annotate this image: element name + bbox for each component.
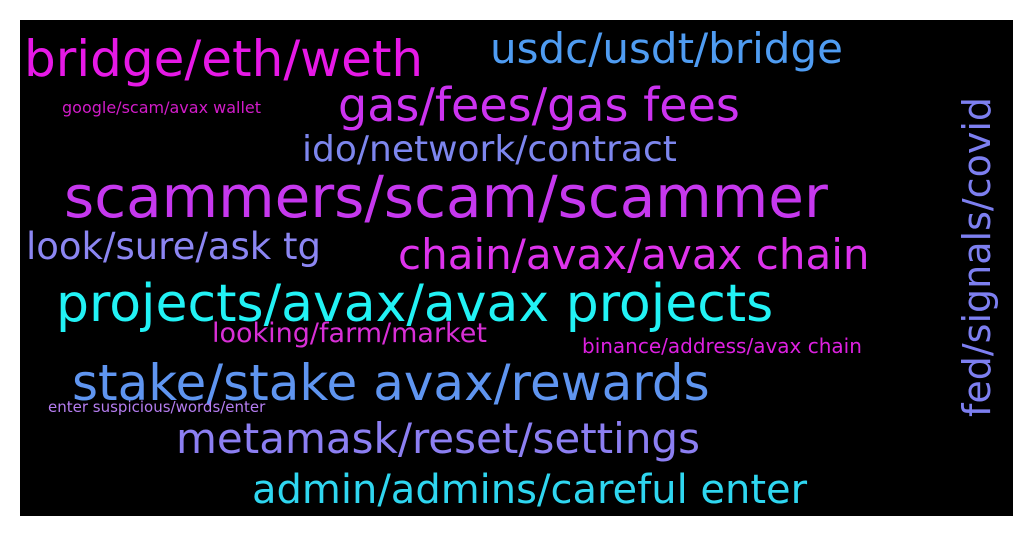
word-look-sure-ask-tg: look/sure/ask tg [26, 225, 321, 268]
word-enter-suspicious-words-enter: enter suspicious/words/enter [48, 398, 266, 416]
word-binance-address-avax-chain: binance/address/avax chain [582, 334, 862, 358]
word-admin-admins-careful-enter: admin/admins/careful enter [252, 467, 808, 513]
word-usdc-usdt-bridge: usdc/usdt/bridge [490, 24, 843, 73]
word-google-scam-avax-wallet: google/scam/avax wallet [62, 98, 262, 117]
word-cloud: bridge/eth/weth usdc/usdt/bridge fed/sig… [20, 20, 1013, 516]
word-gas-fees-gas-fees: gas/fees/gas fees [338, 78, 740, 132]
word-metamask-reset-settings: metamask/reset/settings [176, 414, 700, 463]
word-chain-avax-avax-chain: chain/avax/avax chain [398, 230, 870, 279]
word-looking-farm-market: looking/farm/market [212, 318, 487, 349]
word-bridge-eth-weth: bridge/eth/weth [24, 30, 424, 88]
word-scammers-scam-scammer: scammers/scam/scammer [64, 163, 828, 231]
word-fed-signals-covid: fed/signals/covid [955, 97, 999, 417]
